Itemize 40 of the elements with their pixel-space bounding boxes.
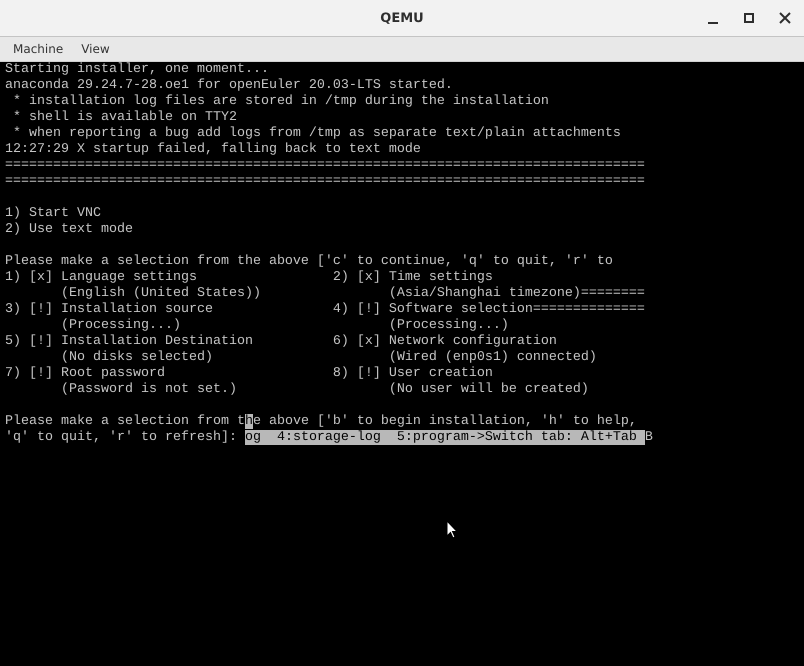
terminal-text: (Processing...) <box>60 318 181 334</box>
highlighted-text: h <box>244 414 253 429</box>
terminal-text: * when reporting a bug add logs from /tmp as separate text/plain attachments <box>12 126 621 141</box>
window-title: QEMU <box>380 10 424 26</box>
terminal-text: 1) [x] Language settings <box>5 270 197 286</box>
terminal-text: B <box>644 430 653 445</box>
terminal-text: Please make a selection from t <box>5 414 245 429</box>
menu-item[interactable]: Machine <box>6 40 70 58</box>
menu-item[interactable]: View <box>74 40 117 58</box>
terminal-text: 7) [!] Root password <box>5 366 165 382</box>
terminal-text: (Wired (enp0s1) connected) <box>388 350 597 366</box>
terminal-text: anaconda 29.24.7-28.oe1 for openEuler 20.03-LTS started. <box>5 78 453 93</box>
terminal-text: 1) Start VNC <box>5 206 101 221</box>
terminal-text: e above ['b' to begin installation, 'h' to help, <box>252 414 637 429</box>
terminal-text: (No user will be created) <box>388 382 589 398</box>
terminal-text: (Processing...) <box>388 318 509 334</box>
terminal-text: (English (United States)) <box>60 286 261 302</box>
close-icon <box>779 12 791 24</box>
terminal-text: 3) [!] Installation source <box>5 302 213 318</box>
highlighted-text: og 4:storage-log 5:program->Switch tab: Alt+Tab <box>244 430 645 445</box>
terminal-text: ================================================================================ <box>5 158 645 173</box>
mouse-pointer-icon <box>446 520 458 539</box>
terminal-text: 4) [!] Software selection============== <box>332 302 645 318</box>
terminal-text: * installation log files are stored in /tmp during the installation <box>12 94 549 109</box>
minimize-icon <box>708 22 718 24</box>
terminal-text: Starting installer, one moment... <box>5 62 269 77</box>
terminal-text: * shell is available on TTY2 <box>12 110 237 125</box>
terminal-text: ================================================================================ <box>5 174 645 189</box>
terminal-text: 5) [!] Installation Destination <box>5 334 253 350</box>
terminal-text: 8) [!] User creation <box>332 366 493 382</box>
terminal-text: (Asia/Shanghai timezone)======== <box>388 286 645 302</box>
terminal-text: 2) [x] Time settings <box>332 270 493 286</box>
terminal-text: (Password is not set.) <box>60 382 237 398</box>
terminal-text: Please make a selection from the above ['c' to continue, 'q' to quit, 'r' to <box>5 254 613 269</box>
terminal-text: 'q' to quit, 'r' to refresh]: <box>5 430 238 445</box>
terminal-text: 12:27:29 X startup failed, falling back to text mode <box>5 142 421 157</box>
maximize-icon <box>743 12 755 24</box>
terminal-text: 6) [x] Network configuration <box>332 334 557 350</box>
terminal-text: (No disks selected) <box>60 350 213 366</box>
terminal-text: 2) Use text mode <box>5 222 133 237</box>
